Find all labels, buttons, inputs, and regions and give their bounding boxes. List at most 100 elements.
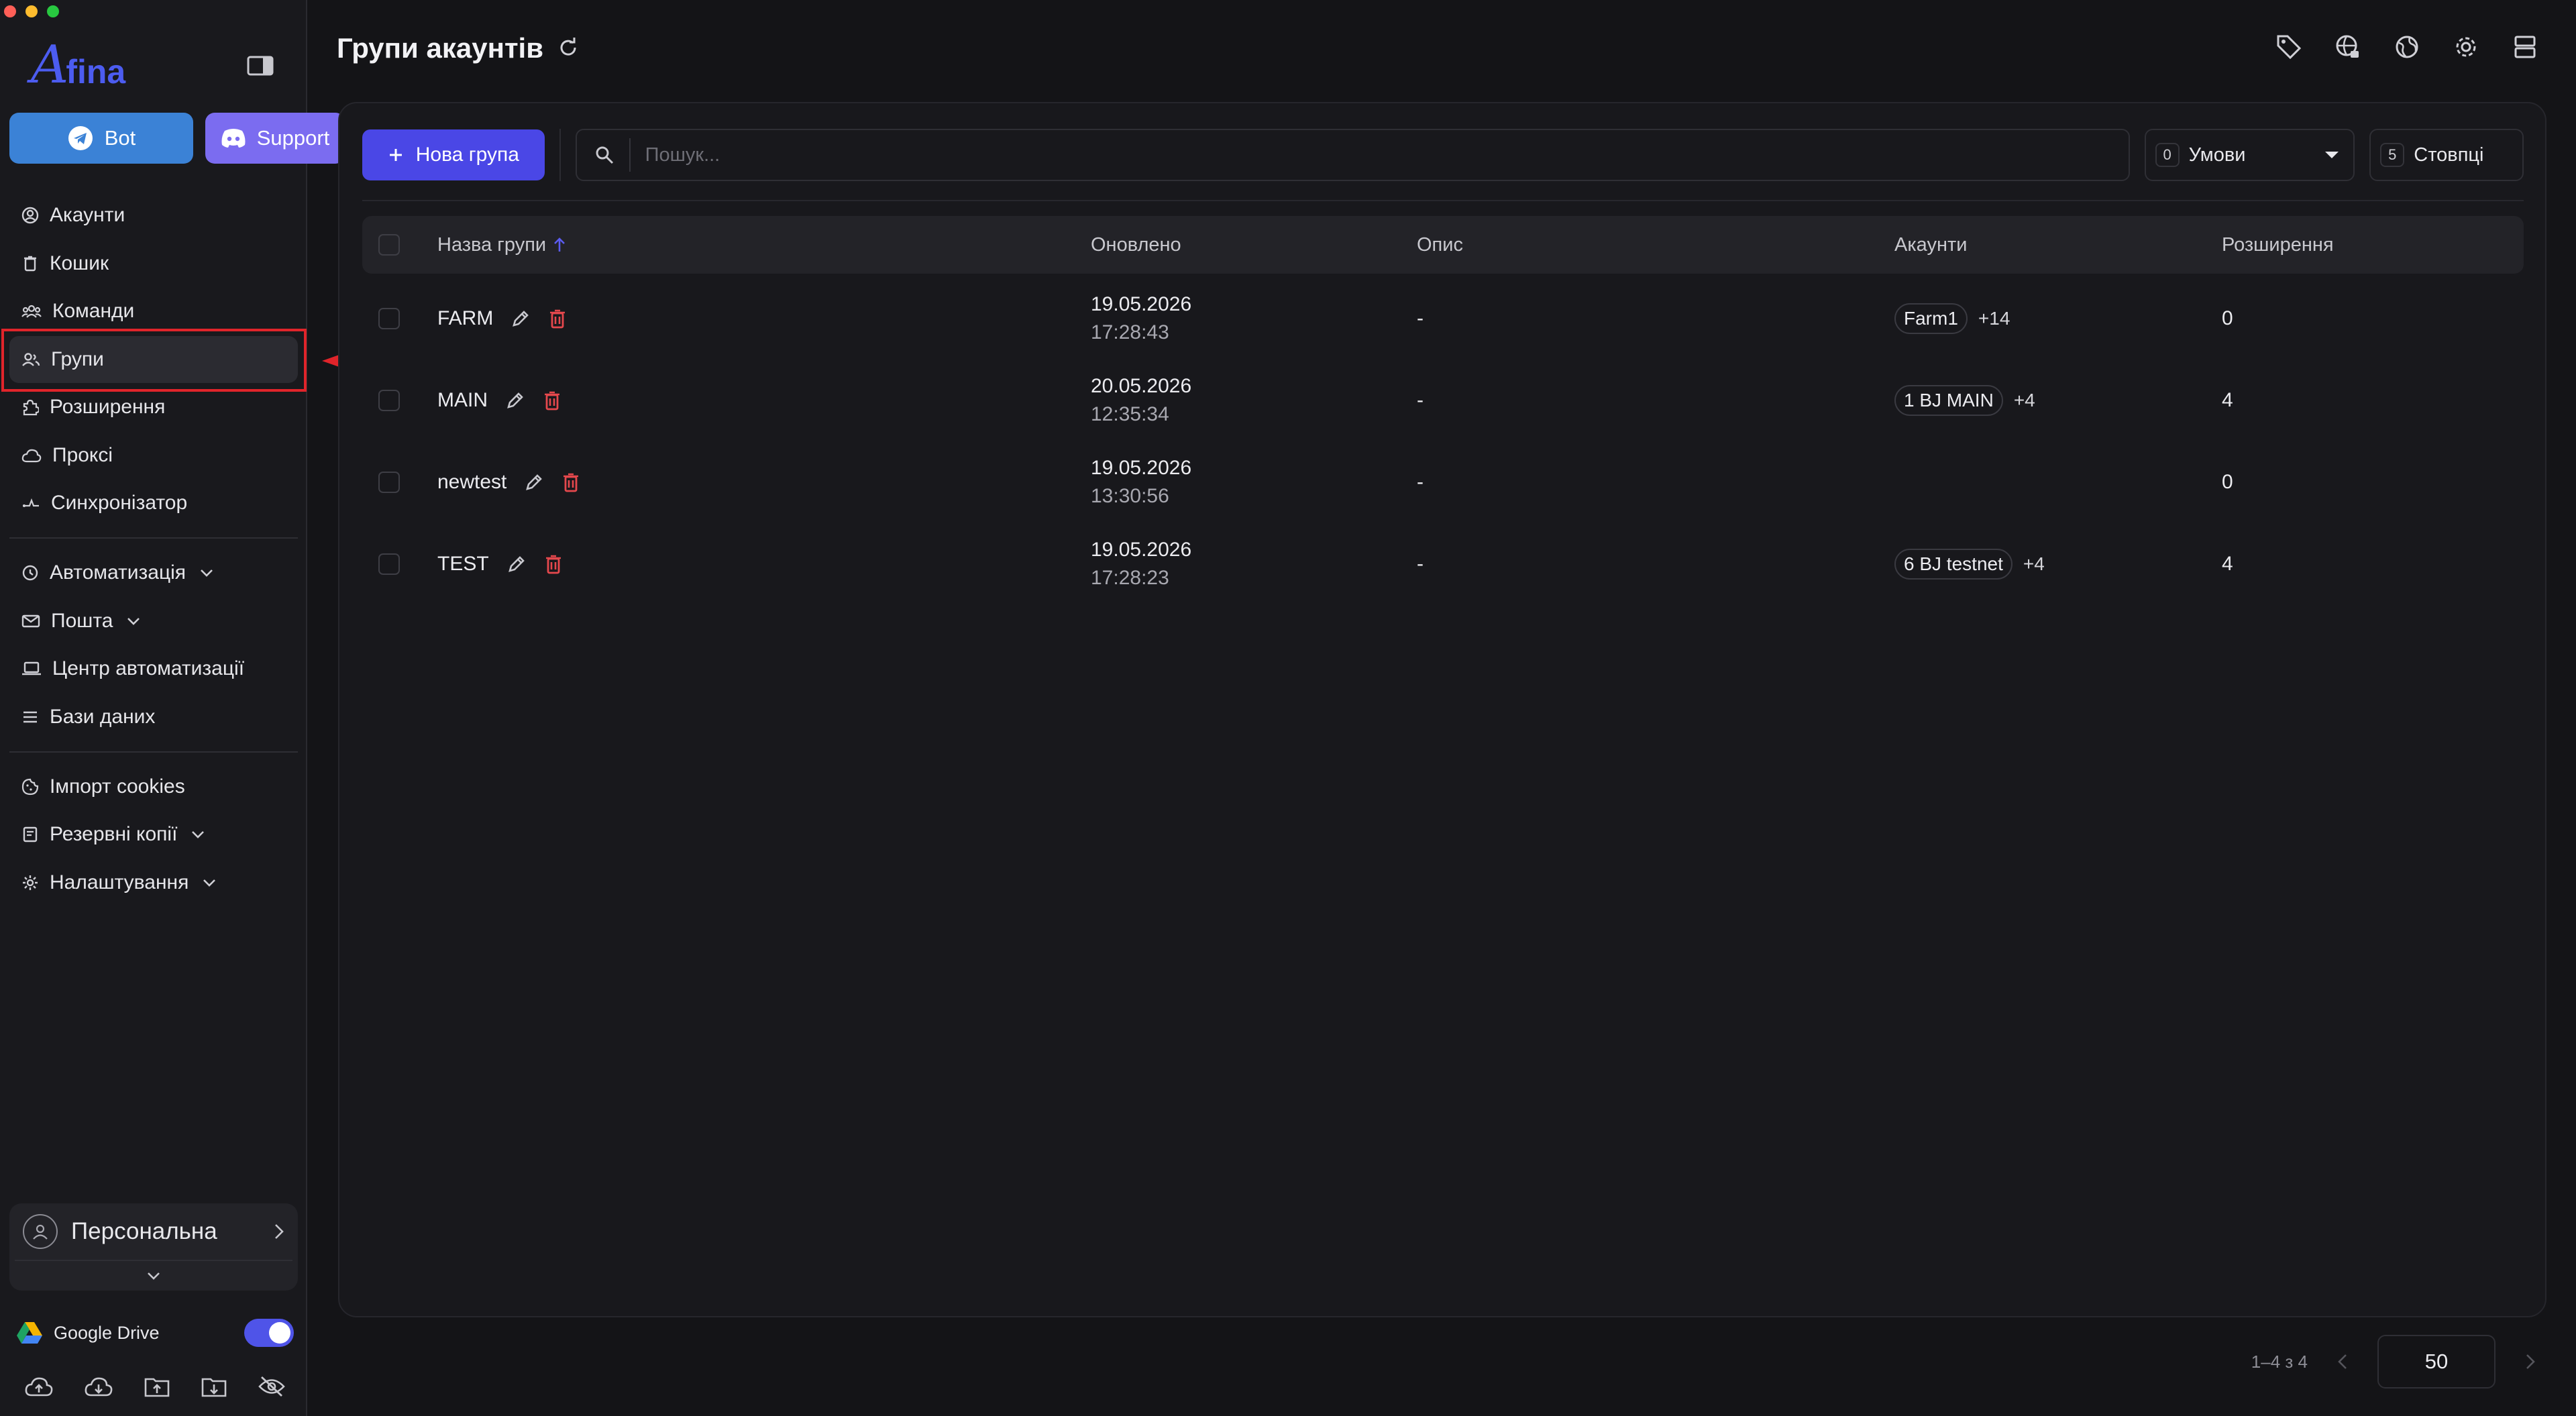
refresh-icon[interactable] — [557, 36, 580, 59]
search-input[interactable] — [645, 144, 1987, 166]
conditions-label: Умови — [2188, 144, 2246, 166]
account-chip[interactable]: Farm1 — [1894, 303, 1968, 334]
trash-icon — [24, 256, 36, 271]
list-icon — [23, 711, 37, 722]
chevron-down-icon — [192, 831, 205, 838]
sidebar-item-label: Синхронізатор — [51, 492, 188, 514]
sidebar-item-mail[interactable]: Пошта — [9, 598, 298, 645]
delete-icon[interactable] — [544, 553, 563, 575]
delete-icon[interactable] — [561, 472, 580, 493]
chevron-right-icon[interactable] — [2525, 1353, 2536, 1370]
sidebar-item-automation[interactable]: Автоматизація — [9, 549, 298, 596]
conditions-count: 0 — [2155, 143, 2180, 167]
page-size-input[interactable]: 50 — [2377, 1335, 2496, 1388]
workspace-switcher[interactable]: Персональна — [9, 1203, 298, 1291]
delete-icon[interactable] — [548, 308, 567, 329]
chevron-left-icon[interactable] — [2337, 1353, 2348, 1370]
google-drive-icon — [17, 1322, 42, 1344]
column-header-extensions[interactable]: Розширення — [2222, 216, 2334, 274]
edit-icon[interactable] — [511, 309, 531, 329]
cloud-download-icon[interactable] — [84, 1375, 113, 1398]
table-row[interactable]: MAIN 20.05.2026 12:35:34 - 1 BJ MAIN +4 4 — [362, 360, 2524, 441]
google-drive-sync: Google Drive — [16, 1315, 294, 1351]
new-group-button[interactable]: Нова група — [362, 129, 545, 180]
column-header-description[interactable]: Опис — [1417, 216, 1463, 274]
search-box[interactable] — [575, 129, 2130, 181]
extensions-count: 4 — [2222, 553, 2233, 575]
table-row[interactable]: FARM 19.05.2026 17:28:43 - Farm1 +14 0 — [362, 278, 2524, 360]
minimize-window-button[interactable] — [25, 5, 38, 17]
globe-icon[interactable] — [2394, 34, 2420, 60]
row-checkbox[interactable] — [378, 308, 400, 329]
edit-icon[interactable] — [524, 472, 544, 492]
sidebar-item-import-cookies[interactable]: Імпорт cookies — [9, 763, 298, 810]
sidebar-item-synchronizer[interactable]: Синхронізатор — [9, 480, 298, 527]
sidebar-item-settings[interactable]: Налаштування — [9, 859, 298, 906]
conditions-dropdown[interactable]: 0 Умови — [2144, 129, 2355, 181]
updated-datetime: 19.05.2026 17:28:43 — [1091, 293, 1192, 343]
backup-icon — [23, 826, 38, 842]
extensions-count: 4 — [2222, 389, 2233, 411]
nav-divider — [9, 537, 298, 539]
toolbar: Нова група 0 Умови 5 Стовпці — [362, 129, 2524, 181]
window-controls — [4, 5, 59, 17]
eye-off-icon[interactable] — [258, 1375, 286, 1398]
chevron-down-icon — [201, 569, 213, 577]
sidebar-item-trash[interactable]: Кошик — [9, 240, 298, 287]
close-window-button[interactable] — [4, 5, 16, 17]
sidebar-item-backups[interactable]: Резервні копії — [9, 811, 298, 858]
gear-icon — [23, 875, 38, 890]
sidebar-collapse-icon[interactable] — [247, 55, 274, 76]
sidebar-item-databases[interactable]: Бази даних — [9, 694, 298, 741]
updated-datetime: 19.05.2026 17:28:23 — [1091, 539, 1192, 589]
delete-icon[interactable] — [543, 390, 561, 411]
column-header-accounts[interactable]: Акаунти — [1894, 216, 1967, 274]
columns-button[interactable]: 5 Стовпці — [2369, 129, 2524, 181]
sidebar-item-label: Бази даних — [50, 705, 156, 728]
bot-button[interactable]: Bot — [9, 113, 193, 164]
table-header: Назва групи Оновлено Опис Акаунти Розшир… — [362, 216, 2524, 274]
table-row[interactable]: newtest 19.05.2026 13:30:56 - 0 — [362, 441, 2524, 523]
edit-icon[interactable] — [506, 554, 527, 574]
layout-rows-icon[interactable] — [2512, 34, 2538, 60]
sidebar-item-label: Резервні копії — [50, 823, 178, 845]
google-drive-toggle[interactable] — [244, 1319, 294, 1347]
sidebar-item-accounts[interactable]: Акаунти — [9, 192, 298, 239]
avatar — [23, 1214, 58, 1249]
row-checkbox[interactable] — [378, 553, 400, 575]
gear-icon[interactable] — [2453, 34, 2479, 60]
row-checkbox[interactable] — [378, 390, 400, 411]
sidebar-item-proxy[interactable]: Проксі — [9, 432, 298, 479]
folder-download-icon[interactable] — [201, 1375, 227, 1398]
row-checkbox[interactable] — [378, 472, 400, 493]
edit-icon[interactable] — [505, 390, 525, 411]
globe-lock-icon[interactable] — [2334, 34, 2361, 60]
updated-datetime: 19.05.2026 13:30:56 — [1091, 457, 1192, 507]
cookie-icon — [21, 778, 39, 795]
sidebar-item-teams[interactable]: Команди — [9, 288, 298, 335]
folder-upload-icon[interactable] — [144, 1375, 170, 1398]
sidebar-item-label: Центр автоматизації — [52, 657, 245, 679]
cloud-upload-icon[interactable] — [24, 1375, 54, 1398]
columns-count: 5 — [2380, 143, 2405, 167]
account-chip[interactable]: 1 BJ MAIN — [1894, 385, 2003, 416]
select-all-checkbox[interactable] — [378, 234, 400, 256]
zoom-window-button[interactable] — [47, 5, 59, 17]
sidebar-item-automation-center[interactable]: Центр автоматизації — [9, 645, 298, 692]
extensions-count: 0 — [2222, 471, 2233, 493]
column-header-updated[interactable]: Оновлено — [1091, 216, 1181, 274]
columns-label: Стовпці — [2414, 144, 2484, 166]
annotation-highlight-box — [1, 329, 307, 392]
table-row[interactable]: TEST 19.05.2026 17:28:23 - 6 BJ testnet +… — [362, 523, 2524, 605]
description-cell: - — [1417, 307, 1424, 329]
workspace-expand[interactable] — [9, 1261, 298, 1291]
app-logo: Afina — [31, 35, 126, 95]
google-drive-label: Google Drive — [54, 1322, 160, 1343]
tag-icon[interactable] — [2275, 34, 2302, 60]
group-name: newtest — [437, 471, 507, 493]
sidebar-item-label: Команди — [52, 300, 135, 322]
telegram-icon — [68, 126, 93, 150]
sync-actions — [24, 1375, 286, 1398]
column-header-name[interactable]: Назва групи — [437, 216, 566, 274]
account-chip[interactable]: 6 BJ testnet — [1894, 549, 2012, 580]
